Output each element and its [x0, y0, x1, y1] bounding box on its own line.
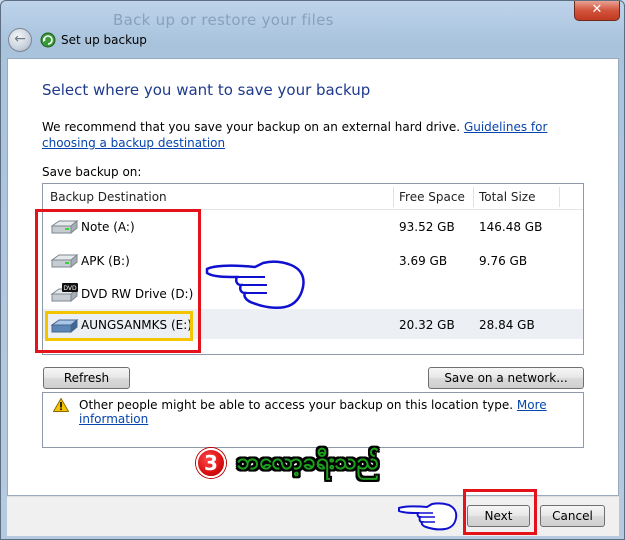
- refresh-button[interactable]: Refresh: [43, 367, 130, 389]
- column-divider: [393, 187, 394, 207]
- column-divider: [473, 187, 474, 207]
- wizard-header: ← Set up backup: [1, 25, 624, 57]
- backup-app-icon: [40, 32, 56, 48]
- warning-message: Other people might be able to access you…: [79, 398, 583, 426]
- back-arrow-icon[interactable]: ←: [8, 28, 32, 52]
- column-total-size[interactable]: Total Size: [479, 190, 535, 204]
- backup-wizard-window: Back up or restore your files ✕ ← Set up…: [0, 0, 625, 540]
- step-number-badge: 3: [196, 448, 226, 478]
- drive-free-space: 20.32 GB: [399, 318, 455, 332]
- column-divider: [559, 187, 560, 207]
- selected-drive-highlight: [45, 311, 193, 341]
- warning-sentence: Other people might be able to access you…: [79, 398, 514, 412]
- page-title: Select where you want to save your backu…: [42, 81, 371, 99]
- next-button-highlight: [463, 489, 537, 535]
- burmese-caption: ဘလော့ခရီးသည်: [237, 449, 380, 475]
- drive-free-space: 3.69 GB: [399, 254, 448, 268]
- close-button[interactable]: ✕: [574, 1, 620, 21]
- save-on-label: Save backup on:: [42, 165, 142, 179]
- save-on-network-button[interactable]: Save on a network...: [428, 367, 584, 389]
- wizard-title: Set up backup: [61, 33, 147, 47]
- column-destination[interactable]: Backup Destination: [50, 190, 167, 204]
- recommendation-sentence: We recommend that you save your backup o…: [42, 120, 461, 134]
- drive-free-space: 93.52 GB: [399, 220, 455, 234]
- drive-total-size: 28.84 GB: [479, 318, 535, 332]
- drive-total-size: 9.76 GB: [479, 254, 528, 268]
- cancel-button[interactable]: Cancel: [540, 505, 605, 527]
- pointing-hand-icon: [205, 260, 305, 310]
- recommendation-text: We recommend that you save your backup o…: [42, 119, 602, 151]
- list-header: Backup Destination Free Space Total Size: [43, 184, 583, 210]
- drive-total-size: 146.48 GB: [479, 220, 543, 234]
- warning-panel: Other people might be able to access you…: [42, 392, 584, 448]
- column-free-space[interactable]: Free Space: [399, 190, 465, 204]
- pointing-hand-icon: [398, 502, 458, 531]
- warning-icon: [53, 398, 69, 412]
